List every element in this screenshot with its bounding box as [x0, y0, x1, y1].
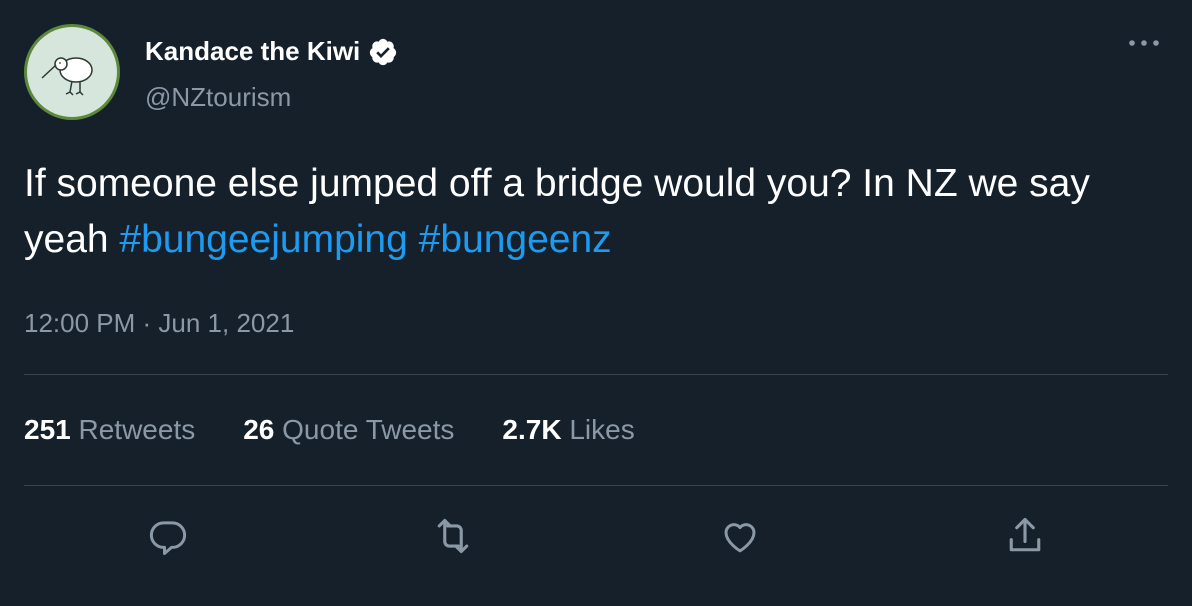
retweets-stat[interactable]: 251 Retweets — [24, 414, 195, 446]
reply-icon — [149, 521, 187, 555]
share-button[interactable] — [997, 508, 1053, 564]
likes-label: Likes — [569, 414, 635, 445]
hashtag-link[interactable]: #bungeejumping — [119, 218, 407, 261]
retweet-icon — [437, 518, 469, 554]
divider — [24, 374, 1168, 375]
share-icon — [1009, 517, 1041, 552]
likes-stat[interactable]: 2.7K Likes — [502, 414, 634, 446]
tweet-timestamp[interactable]: 12:00 PM · Jun 1, 2021 — [24, 308, 294, 339]
author-handle[interactable]: @NZtourism — [145, 82, 291, 113]
more-options-button[interactable] — [1124, 28, 1164, 58]
hashtag-link[interactable]: #bungeenz — [419, 218, 612, 261]
avatar-image — [27, 27, 117, 117]
more-dots-icon — [1129, 40, 1159, 46]
avatar[interactable] — [24, 24, 120, 120]
divider — [24, 485, 1168, 486]
kiwi-bird-icon — [41, 57, 93, 96]
tweet-text: If someone else jumped off a bridge woul… — [24, 156, 1154, 268]
author-name-row[interactable]: Kandace the Kiwi — [145, 36, 398, 67]
quote-tweets-label: Quote Tweets — [282, 414, 455, 445]
like-icon — [724, 523, 756, 553]
likes-count: 2.7K — [502, 414, 562, 445]
action-bar — [0, 508, 1192, 564]
display-name[interactable]: Kandace the Kiwi — [145, 36, 360, 67]
quote-tweets-stat[interactable]: 26 Quote Tweets — [243, 414, 454, 446]
quote-tweets-count: 26 — [243, 414, 275, 445]
retweet-button[interactable] — [425, 508, 481, 564]
retweets-count: 251 — [24, 414, 71, 445]
retweets-label: Retweets — [78, 414, 196, 445]
verified-badge-icon — [370, 38, 397, 65]
engagement-stats: 251 Retweets 26 Quote Tweets 2.7K Likes — [24, 414, 635, 446]
tweet-detail: Kandace the Kiwi @NZtourism If someone e… — [0, 0, 1192, 606]
like-button[interactable] — [712, 508, 768, 564]
reply-button[interactable] — [140, 508, 196, 564]
